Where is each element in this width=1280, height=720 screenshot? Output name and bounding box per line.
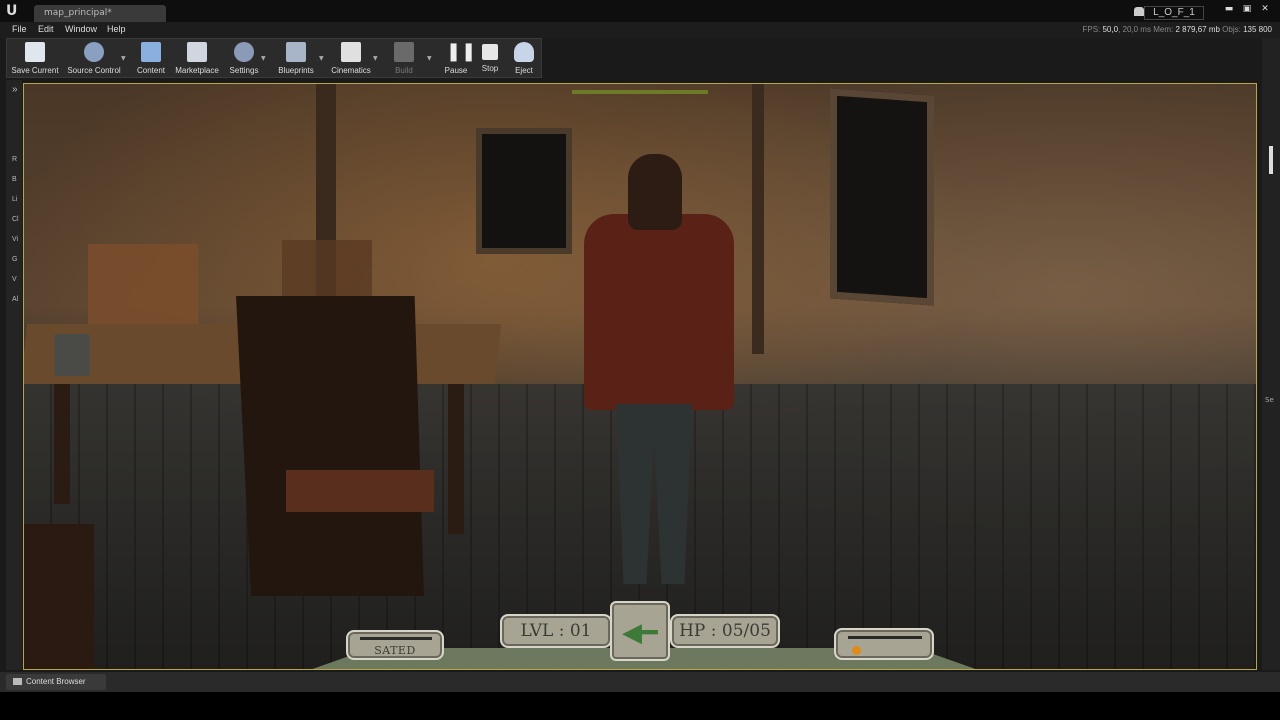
top-status-bar <box>572 90 708 94</box>
main-toolbar: Save Current Source Control ▼ Content Ma… <box>6 38 542 78</box>
mode-item[interactable]: G <box>12 256 17 263</box>
mem-value: 2 879,67 mb <box>1175 25 1220 34</box>
settings-dropdown-icon[interactable]: ▼ <box>261 55 267 62</box>
build-icon <box>394 42 414 62</box>
stamina-status <box>834 628 934 660</box>
health-display: HP : 05/05 <box>670 614 780 648</box>
arrow-left-icon: ◀━ <box>622 618 658 648</box>
source-control-icon <box>84 42 104 62</box>
mode-item[interactable]: V <box>12 276 17 283</box>
content-browser-label: Content Browser <box>26 677 86 686</box>
blueprints-button[interactable]: Blueprints <box>273 41 319 77</box>
scrollbar-thumb[interactable] <box>1269 146 1273 174</box>
player-character-head <box>628 154 682 230</box>
source-control-dropdown-icon[interactable]: ▼ <box>121 55 127 62</box>
menu-file[interactable]: File <box>12 24 27 34</box>
hunger-label: SATED <box>374 644 416 657</box>
game-viewport[interactable]: SATED LVL : 01 ◀━ HP : 05/05 <box>23 83 1257 670</box>
maximize-button[interactable]: ▣ <box>1240 3 1254 15</box>
content-browser-icon <box>13 678 22 685</box>
player-character-body <box>584 214 734 410</box>
status-dot-icon <box>852 646 861 655</box>
content-button[interactable]: Content <box>133 41 169 77</box>
mode-item[interactable]: R <box>12 156 17 163</box>
chair-seat <box>286 470 434 512</box>
cinematics-button[interactable]: Cinematics <box>329 41 373 77</box>
hunger-status: SATED <box>346 630 444 660</box>
level-display: LVL : 01 <box>500 614 612 648</box>
pause-button[interactable]: ❚❚ Pause <box>439 41 477 77</box>
window-controls: ▬ ▣ ✕ <box>1222 3 1272 15</box>
mem-label: Mem: <box>1153 25 1174 34</box>
level-tab[interactable]: map_principal* <box>34 5 166 22</box>
save-icon <box>25 42 45 62</box>
modes-panel: » R B Li Cl Vi G V Al <box>6 80 22 670</box>
editor-window: { "titlebar": { "tab_label": "map_princi… <box>0 0 1280 720</box>
minimize-button[interactable]: ▬ <box>1222 3 1236 15</box>
notification-icon[interactable] <box>1134 7 1144 16</box>
bottom-bar: Content Browser <box>0 672 1280 692</box>
wall-window <box>830 88 934 306</box>
menu-help[interactable]: Help <box>107 24 126 34</box>
fps-value: 50,0 <box>1102 25 1119 34</box>
eject-button[interactable]: Eject <box>507 41 541 77</box>
marketplace-icon <box>187 42 207 62</box>
performance-stats: FPS: 50,0, 20,0 ms Mem: 2 879,67 mb Objs… <box>1082 25 1272 34</box>
mode-item[interactable]: Al <box>12 296 18 303</box>
stop-button[interactable]: Stop <box>473 41 507 77</box>
save-current-button[interactable]: Save Current <box>11 41 59 77</box>
wall-window <box>476 128 572 254</box>
content-browser-tab[interactable]: Content Browser <box>6 674 106 690</box>
content-icon <box>141 42 161 62</box>
menu-window[interactable]: Window <box>65 24 97 34</box>
clapperboard-icon <box>341 42 361 62</box>
source-control-button[interactable]: Source Control <box>63 41 125 77</box>
build-button[interactable]: Build <box>387 41 421 77</box>
eject-icon <box>514 42 534 62</box>
mode-item[interactable]: B <box>12 176 17 183</box>
mode-item[interactable]: Cl <box>12 216 19 223</box>
mode-item[interactable]: Vi <box>12 236 18 243</box>
wood-beam <box>752 84 764 354</box>
marketplace-button[interactable]: Marketplace <box>173 41 221 77</box>
menu-edit[interactable]: Edit <box>38 24 54 34</box>
chair-corner <box>24 524 94 669</box>
objs-label: Objs: <box>1222 25 1241 34</box>
project-name: L_O_F_1 <box>1144 6 1204 20</box>
gear-icon <box>234 42 254 62</box>
menu-bar: File Edit Window Help FPS: 50,0, 20,0 ms… <box>0 22 1280 38</box>
build-dropdown-icon[interactable]: ▼ <box>427 55 433 62</box>
table-leg <box>448 384 464 534</box>
unreal-logo-icon: U <box>6 3 18 19</box>
table-leg <box>54 384 70 504</box>
chair-foreground <box>236 296 424 596</box>
settings-button[interactable]: Settings <box>225 41 263 77</box>
frame-ms: 20,0 ms <box>1122 25 1151 34</box>
direction-indicator: ◀━ <box>610 601 670 661</box>
mug <box>54 334 90 376</box>
details-panel-collapsed: Se <box>1262 38 1280 670</box>
expand-panel-icon[interactable]: » <box>12 84 18 95</box>
mode-item[interactable]: Li <box>12 196 17 203</box>
hunger-bar <box>360 637 432 640</box>
close-button[interactable]: ✕ <box>1258 3 1272 15</box>
pause-icon: ❚❚ <box>446 41 477 62</box>
stamina-bar <box>848 636 922 639</box>
blueprints-dropdown-icon[interactable]: ▼ <box>319 55 325 62</box>
fps-label: FPS: <box>1082 25 1101 34</box>
stop-icon <box>482 44 498 60</box>
right-panel-label[interactable]: Se <box>1265 396 1274 404</box>
title-bar: U map_principal* L_O_F_1 ▬ ▣ ✕ <box>0 0 1280 22</box>
blueprints-icon <box>286 42 306 62</box>
os-taskbar <box>0 692 1280 720</box>
objs-value: 135 800 <box>1243 25 1272 34</box>
cinematics-dropdown-icon[interactable]: ▼ <box>373 55 379 62</box>
